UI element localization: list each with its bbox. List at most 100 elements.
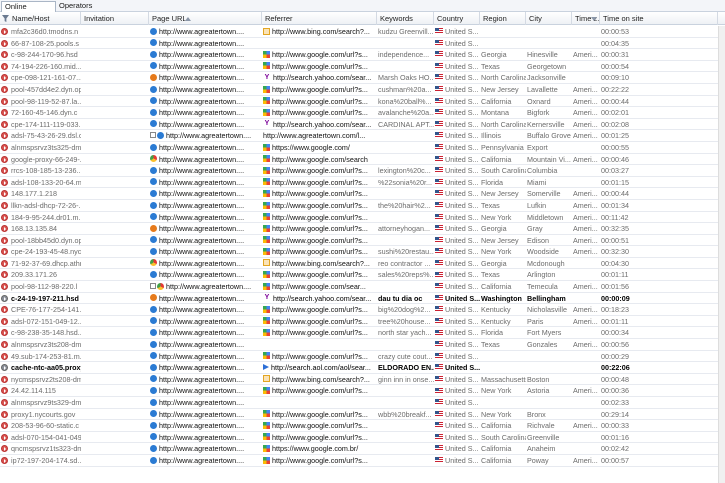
table-row[interactable]: cpe-174-111-119-033... http://www.agreat… [0, 119, 718, 131]
table-row[interactable]: proxy1.nycourts.gov http://www.agreatert… [0, 409, 718, 421]
page-url-cell[interactable]: http://www.agreatertown.... [150, 165, 262, 177]
table-row[interactable]: cpe-24-193-45-48.nyc... http://www.agrea… [0, 246, 718, 258]
column-header-invitation[interactable]: Invitation [81, 12, 149, 25]
column-header-time-zone[interactable]: Time z... [572, 12, 600, 25]
column-header-country[interactable]: Country [434, 12, 480, 25]
column-header-keywords[interactable]: Keywords [377, 12, 434, 25]
column-header-time-on-site[interactable]: Time on site [600, 12, 718, 25]
page-url-cell[interactable]: http://www.agreatertown.... [150, 223, 262, 235]
page-url-cell[interactable]: http://www.agreatertown.... [150, 385, 262, 397]
page-url-cell[interactable]: http://www.agreatertown.... [150, 304, 262, 316]
page-url-cell[interactable]: http://www.agreatertown.... [150, 212, 262, 224]
page-url-cell[interactable]: http://www.agreatertown.... [150, 327, 262, 339]
page-url-cell[interactable]: http://www.agreatertown.... [150, 49, 262, 61]
column-header-referrer[interactable]: Referrer [262, 12, 377, 25]
referrer-cell[interactable]: Yhttp://search.yahoo.com/sear... [263, 119, 377, 131]
referrer-cell[interactable] [263, 339, 377, 351]
referrer-cell[interactable]: http://www.google.com/url?s... [263, 61, 377, 73]
table-row[interactable]: c-24-19-197-211.hsd http://www.agreatert… [0, 293, 718, 305]
expand-icon[interactable] [150, 283, 156, 290]
page-url-cell[interactable]: http://www.agreatertown.... [150, 61, 262, 73]
tab-operators[interactable]: Operators (0/0) [56, 1, 106, 20]
table-row[interactable]: pool-457dd4e2.dyn.op http://www.agreater… [0, 84, 718, 96]
table-row[interactable]: 49.sub-174-253-81.m... http://www.agreat… [0, 351, 718, 363]
column-header-region[interactable]: Region [480, 12, 526, 25]
page-url-cell[interactable]: http://www.agreatertown.... [150, 281, 262, 293]
referrer-cell[interactable]: http://www.google.com/url?s... [263, 188, 377, 200]
table-row[interactable]: 74-194-226-160.mid... http://www.agreate… [0, 61, 718, 73]
referrer-cell[interactable]: http://www.google.com/url?s... [263, 304, 377, 316]
page-url-cell[interactable]: http://www.agreatertown.... [150, 119, 262, 131]
page-url-cell[interactable]: http://www.agreatertown.... [150, 420, 262, 432]
referrer-cell[interactable]: http://www.google.com/sear... [263, 281, 377, 293]
expand-icon[interactable] [150, 132, 156, 139]
table-row[interactable]: 168.13.135.84 http://www.agreatertown...… [0, 223, 718, 235]
table-row[interactable]: alnmspsrvz9ts329-dm http://www.agreatert… [0, 397, 718, 409]
page-url-cell[interactable]: http://www.agreatertown.... [150, 84, 262, 96]
page-url-cell[interactable]: http://www.agreatertown.... [150, 142, 262, 154]
page-url-cell[interactable]: http://www.agreatertown.... [150, 455, 262, 467]
table-row[interactable]: c-98-238-35-148.hsd... http://www.agreat… [0, 327, 718, 340]
page-url-cell[interactable]: http://www.agreatertown.... [150, 246, 262, 258]
referrer-cell[interactable]: http://www.google.com/url?s... [263, 455, 377, 467]
table-row[interactable]: pool-98-112-98-220.l http://www.agreater… [0, 281, 718, 293]
table-row[interactable]: 209.33.171.26 http://www.agreatertown...… [0, 269, 718, 282]
table-row[interactable]: adsl-108-133-20-64.m... http://www.agrea… [0, 177, 718, 189]
table-row[interactable]: nycmspsrvz2ts208-dm http://www.agreatert… [0, 374, 718, 386]
referrer-cell[interactable]: http://www.google.com/url?s... [263, 107, 377, 119]
page-url-cell[interactable]: http://www.agreatertown.... [150, 96, 262, 108]
table-row[interactable]: adsl-072-151-049-12... http://www.agreat… [0, 316, 718, 328]
page-url-cell[interactable]: http://www.agreatertown.... [150, 130, 262, 142]
page-url-cell[interactable]: http://www.agreatertown.... [150, 443, 262, 455]
table-row[interactable]: alnmspsrvz3ts208-dm http://www.agreatert… [0, 339, 718, 351]
table-row[interactable]: cpe-098-121-161-07... http://www.agreate… [0, 72, 718, 84]
page-url-cell[interactable]: http://www.agreatertown.... [150, 432, 262, 444]
table-row[interactable]: 148.177.1.218 http://www.agreatertown...… [0, 188, 718, 200]
referrer-cell[interactable]: Yhttp://search.yahoo.com/sear... [263, 293, 377, 305]
table-row[interactable]: 24.42.114.115 http://www.agreatertown...… [0, 385, 718, 397]
referrer-cell[interactable]: http://www.google.com/url?s... [263, 385, 377, 397]
referrer-cell[interactable]: http://www.google.com/url?s... [263, 269, 377, 281]
referrer-cell[interactable]: https://www.google.com.br/ [263, 443, 377, 455]
referrer-cell[interactable]: http://www.google.com/url?s... [263, 432, 377, 444]
referrer-cell[interactable]: http://www.google.com/url?s... [263, 200, 377, 212]
referrer-cell[interactable] [263, 38, 377, 50]
referrer-cell[interactable]: http://www.google.com/url?s... [263, 177, 377, 189]
referrer-cell[interactable]: http://www.google.com/url?s... [263, 49, 377, 61]
table-row[interactable]: mfa2c36d0.tmodns.n http://www.agreaterto… [0, 26, 718, 38]
column-header-city[interactable]: City [526, 12, 572, 25]
referrer-cell[interactable]: http://www.google.com/url?s... [263, 327, 377, 339]
vertical-scrollbar[interactable] [718, 26, 725, 483]
referrer-cell[interactable] [263, 397, 377, 409]
table-row[interactable]: pool-98-119-52-87.la... http://www.agrea… [0, 96, 718, 108]
table-row[interactable]: CPE-76-177-254-141... http://www.agreate… [0, 304, 718, 316]
referrer-cell[interactable]: http://search.aol.com/aol/sear... [263, 362, 377, 374]
referrer-cell[interactable]: http://www.google.com/url?s... [263, 351, 377, 363]
page-url-cell[interactable]: http://www.agreatertown.... [150, 177, 262, 189]
page-url-cell[interactable]: http://www.agreatertown.... [150, 351, 262, 363]
table-row[interactable]: rrcs-108-185-13-236... http://www.agreat… [0, 165, 718, 177]
referrer-cell[interactable]: http://www.bing.com/search?... [263, 26, 377, 38]
page-url-cell[interactable]: http://www.agreatertown.... [150, 188, 262, 200]
page-url-cell[interactable]: http://www.agreatertown.... [150, 107, 262, 119]
table-row[interactable]: alnmspsrvz3ts325-dm http://www.agreatert… [0, 142, 718, 154]
table-row[interactable]: 66-87-108-25.pools.s http://www.agreater… [0, 38, 718, 50]
table-row[interactable]: pool-18bb45d0.dyn.op http://www.agreater… [0, 235, 718, 247]
page-url-cell[interactable]: http://www.agreatertown.... [150, 362, 262, 374]
page-url-cell[interactable]: http://www.agreatertown.... [150, 397, 262, 409]
column-header-name-host[interactable]: Name/Host [9, 12, 81, 25]
table-row[interactable]: ip72-197-204-174.sd... http://www.agreat… [0, 455, 718, 467]
page-url-cell[interactable]: http://www.agreatertown.... [150, 200, 262, 212]
referrer-cell[interactable]: https://www.google.com/ [263, 142, 377, 154]
page-url-cell[interactable]: http://www.agreatertown.... [150, 316, 262, 328]
page-url-cell[interactable]: http://www.agreatertown.... [150, 154, 262, 166]
referrer-cell[interactable]: http://www.google.com/url?s... [263, 212, 377, 224]
page-url-cell[interactable]: http://www.agreatertown.... [150, 374, 262, 386]
referrer-cell[interactable]: http://www.google.com/url?s... [263, 246, 377, 258]
table-row[interactable]: google-proxy-66-249-... http://www.agrea… [0, 154, 718, 166]
referrer-cell[interactable]: http://www.google.com/url?s... [263, 409, 377, 421]
tab-online-visitors[interactable]: Online Visitors (5) [1, 1, 56, 21]
referrer-cell[interactable]: http://www.google.com/url?s... [263, 223, 377, 235]
referrer-cell[interactable]: http://www.google.com/url?s... [263, 96, 377, 108]
referrer-cell[interactable]: http://www.google.com/search [263, 154, 377, 166]
